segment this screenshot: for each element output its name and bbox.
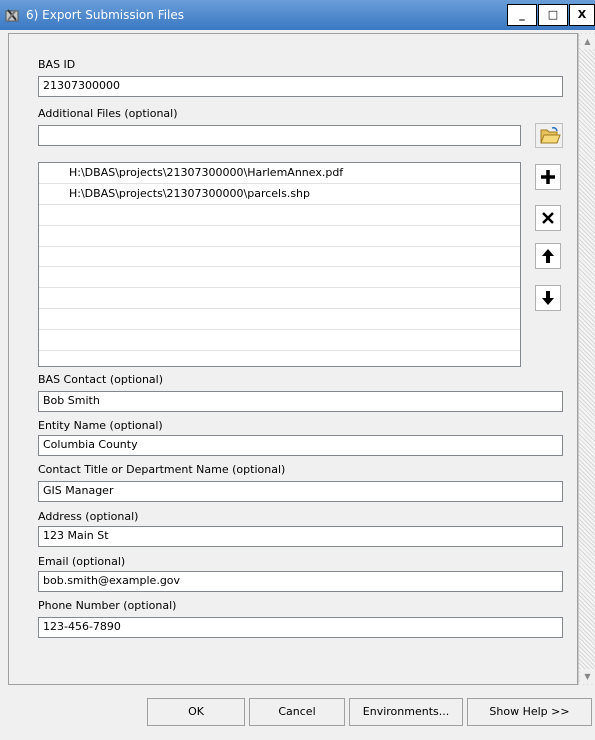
contact-title-field[interactable]: GIS Manager — [38, 481, 563, 502]
vertical-scrollbar[interactable]: ▲ ▼ — [578, 33, 595, 685]
list-item[interactable]: H:\DBAS\projects\21307300000\HarlemAnnex… — [39, 163, 520, 184]
x-icon — [542, 212, 554, 224]
cancel-button[interactable]: Cancel — [249, 698, 345, 726]
arrow-up-icon — [542, 249, 554, 263]
list-item-empty[interactable] — [39, 288, 520, 310]
close-button[interactable]: X — [569, 4, 595, 26]
phone-number-label: Phone Number (optional) — [38, 599, 177, 612]
list-item-empty[interactable] — [39, 205, 520, 226]
entity-name-field[interactable]: Columbia County — [38, 435, 563, 456]
arrow-down-icon — [542, 291, 554, 305]
address-field[interactable]: 123 Main St — [38, 526, 563, 547]
window-title: 6) Export Submission Files — [26, 8, 185, 22]
scroll-down-icon[interactable]: ▼ — [580, 669, 595, 684]
move-down-button[interactable] — [535, 285, 561, 311]
contact-title-label: Contact Title or Department Name (option… — [38, 463, 286, 476]
add-file-button[interactable] — [535, 164, 561, 190]
open-folder-icon — [540, 127, 561, 144]
toolbox-icon — [5, 9, 19, 22]
title-bar: 6) Export Submission Files _ □ X — [0, 0, 595, 30]
address-label: Address (optional) — [38, 510, 139, 523]
maximize-button[interactable]: □ — [538, 4, 568, 26]
show-help-button[interactable]: Show Help >> — [467, 698, 592, 726]
list-item-empty[interactable] — [39, 226, 520, 247]
list-item-empty[interactable] — [39, 330, 520, 352]
list-item-empty[interactable] — [39, 247, 520, 268]
list-item[interactable]: H:\DBAS\projects\21307300000\parcels.shp — [39, 184, 520, 205]
plus-icon — [541, 170, 555, 184]
browse-button[interactable] — [535, 123, 563, 148]
phone-number-field[interactable]: 123-456-7890 — [38, 617, 563, 638]
email-field[interactable]: bob.smith@example.gov — [38, 571, 563, 592]
scroll-up-icon[interactable]: ▲ — [580, 34, 595, 49]
additional-files-label: Additional Files (optional) — [38, 107, 178, 120]
list-item-empty[interactable] — [39, 267, 520, 289]
list-item-empty[interactable] — [39, 309, 520, 331]
move-up-button[interactable] — [535, 243, 561, 269]
additional-files-input[interactable] — [38, 125, 521, 146]
bas-contact-label: BAS Contact (optional) — [38, 373, 164, 386]
ok-button[interactable]: OK — [147, 698, 245, 726]
email-label: Email (optional) — [38, 555, 126, 568]
additional-files-list[interactable]: H:\DBAS\projects\21307300000\HarlemAnnex… — [38, 162, 521, 367]
bas-contact-field[interactable]: Bob Smith — [38, 391, 563, 412]
bas-id-field[interactable]: 21307300000 — [38, 76, 563, 97]
entity-name-label: Entity Name (optional) — [38, 419, 163, 432]
bas-id-label: BAS ID — [38, 58, 76, 71]
remove-file-button[interactable] — [535, 205, 561, 231]
environments-button[interactable]: Environments... — [349, 698, 463, 726]
minimize-button[interactable]: _ — [507, 4, 537, 26]
